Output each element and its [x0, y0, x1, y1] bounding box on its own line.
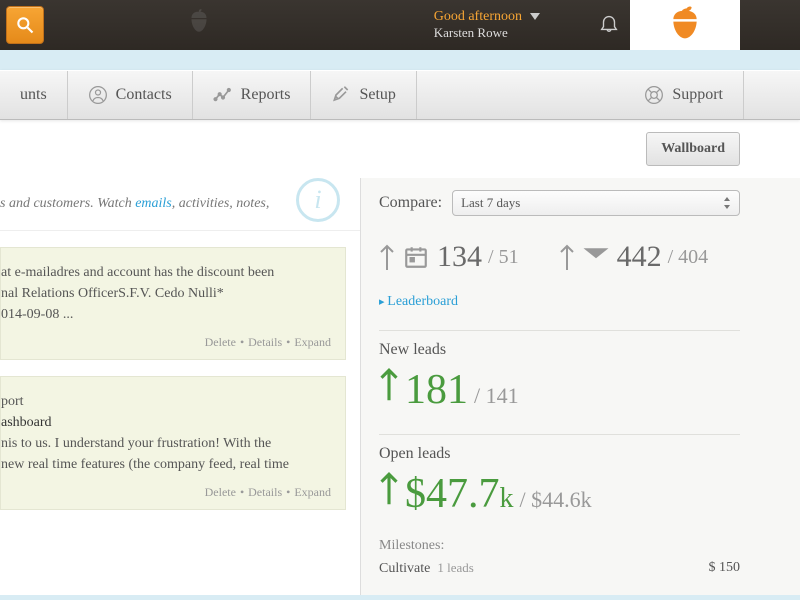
- nav-label: Contacts: [116, 86, 172, 104]
- feed-card: port ashboard nis to us. I understand yo…: [0, 376, 346, 510]
- nav-label: Setup: [359, 86, 395, 104]
- bell-icon: [598, 11, 620, 35]
- emails-link[interactable]: emails: [135, 196, 172, 211]
- person-icon: [88, 85, 108, 105]
- acorn-icon: [665, 5, 705, 45]
- arrow-up-icon: [379, 469, 399, 507]
- expand-link[interactable]: Expand: [294, 485, 331, 499]
- arrow-up-icon: [559, 242, 575, 272]
- nav-label: Support: [672, 86, 723, 104]
- card-actions: Delete•Details•Expand: [1, 483, 331, 501]
- search-icon: [15, 15, 35, 35]
- brand-logo[interactable]: [630, 0, 740, 50]
- delete-link[interactable]: Delete: [205, 335, 236, 349]
- delete-link[interactable]: Delete: [205, 485, 236, 499]
- chart-icon: [213, 85, 233, 105]
- card-actions: Delete•Details•Expand: [1, 333, 331, 351]
- user-greeting[interactable]: Good afternoon Karsten Rowe: [434, 9, 540, 41]
- mail-icon: [581, 244, 611, 270]
- support-icon: [644, 85, 664, 105]
- compare-select[interactable]: Last 7 days: [452, 190, 740, 216]
- tools-icon: [331, 85, 351, 105]
- nav-contacts[interactable]: Contacts: [68, 71, 193, 119]
- expand-link[interactable]: Expand: [294, 335, 331, 349]
- intro-text: s and customers. Watch emails, activitie…: [0, 178, 360, 231]
- select-arrows-icon: [723, 197, 731, 209]
- details-link[interactable]: Details: [248, 485, 282, 499]
- wallboard-button[interactable]: Wallboard: [646, 132, 740, 166]
- greeting-text: Good afternoon: [434, 9, 522, 25]
- nav-reports[interactable]: Reports: [193, 71, 312, 119]
- username: Karsten Rowe: [434, 25, 540, 41]
- details-link[interactable]: Details: [248, 335, 282, 349]
- arrow-up-icon: [379, 242, 395, 272]
- milestone-row: Cultivate 1 leads $ 150: [379, 554, 740, 583]
- milestones-label: Milestones:: [379, 538, 740, 554]
- search-button[interactable]: [6, 6, 44, 44]
- email-stat: 442 / 404: [559, 240, 709, 274]
- new-leads-label: New leads: [379, 341, 740, 359]
- open-leads-label: Open leads: [379, 445, 740, 463]
- stat-value: 442: [617, 240, 662, 274]
- nav-accounts[interactable]: unts: [0, 71, 68, 119]
- nav-support[interactable]: Support: [624, 71, 744, 119]
- arrow-up-icon: [379, 365, 399, 403]
- calendar-stat: 134 / 51: [379, 240, 519, 274]
- main-nav: unts Contacts Reports Setup Support: [0, 70, 800, 120]
- compare-label: Compare:: [379, 194, 442, 212]
- open-leads-stat: $47.7k / $44.6k: [379, 463, 740, 532]
- nav-setup[interactable]: Setup: [311, 71, 416, 119]
- stats-panel: Compare: Last 7 days 134 / 51 442 /: [360, 178, 800, 595]
- nav-label: Reports: [241, 86, 291, 104]
- stat-value: 134: [437, 240, 482, 274]
- info-icon[interactable]: i: [296, 178, 340, 222]
- new-leads-stat: 181 / 141: [379, 359, 740, 428]
- feed-column: s and customers. Watch emails, activitie…: [0, 178, 360, 595]
- chevron-down-icon: [530, 13, 540, 21]
- top-bar: Good afternoon Karsten Rowe: [0, 0, 800, 50]
- logo-watermark: [184, 8, 214, 43]
- notifications-button[interactable]: [598, 11, 620, 40]
- feed-card: at e-mailadres and account has the disco…: [0, 247, 346, 360]
- nav-label: unts: [20, 86, 47, 104]
- calendar-icon: [401, 244, 431, 270]
- leaderboard-link[interactable]: Leaderboard: [379, 284, 740, 324]
